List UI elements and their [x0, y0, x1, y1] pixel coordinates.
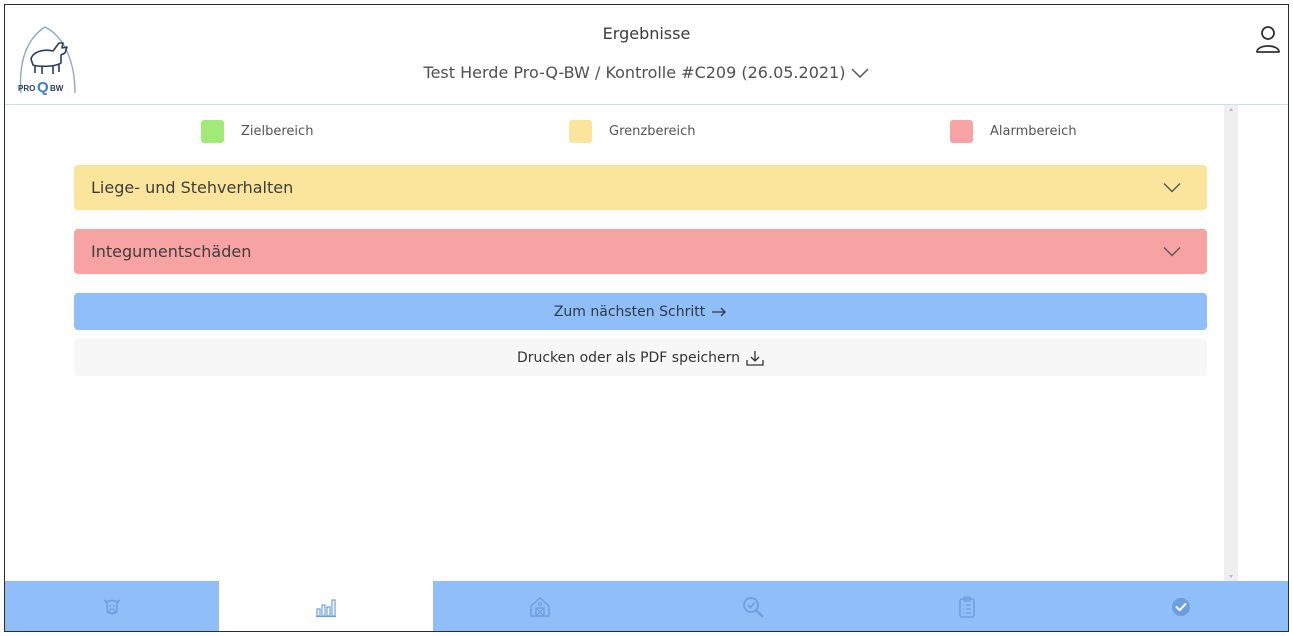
nav-tab-complete[interactable] [1074, 581, 1288, 631]
bottom-navigation [5, 581, 1288, 631]
color-legend: Zielbereich Grenzbereich Alarmbereich [5, 120, 1227, 150]
nav-tab-barn[interactable] [433, 581, 647, 631]
cow-icon [103, 599, 121, 615]
panel-integumentschaeden[interactable]: Integumentschäden [74, 229, 1207, 274]
nav-tab-inspection[interactable] [646, 581, 860, 631]
nav-tab-animals[interactable] [5, 581, 219, 631]
herd-control-label: Test Herde Pro-Q-BW / Kontrolle #C209 (2… [423, 63, 846, 82]
panel-title: Integumentschäden [91, 242, 252, 261]
legend-swatch-warning [569, 120, 592, 143]
check-circle-icon [1172, 598, 1191, 616]
user-profile-button[interactable] [1255, 25, 1281, 55]
panel-title: Liege- und Stehverhalten [91, 178, 294, 197]
herd-control-selector[interactable]: Test Herde Pro-Q-BW / Kontrolle #C209 (2… [5, 63, 1288, 82]
legend-item-warning: Grenzbereich [569, 120, 696, 143]
clipboard-icon [959, 596, 975, 618]
app-window: PRO Q BW Ergebnisse Test Herde Pro-Q-BW … [4, 4, 1289, 632]
scroll-up-arrow-icon[interactable] [1229, 108, 1233, 111]
print-pdf-label: Drucken oder als PDF speichern [516, 349, 741, 366]
scroll-down-arrow-icon[interactable] [1229, 575, 1233, 578]
legend-item-alarm: Alarmbereich [950, 120, 1077, 143]
print-pdf-button[interactable]: Drucken oder als PDF speichern [74, 339, 1207, 376]
barn-icon [529, 597, 550, 617]
legend-label-target: Zielbereich [241, 124, 314, 139]
nav-tab-results[interactable] [218, 581, 433, 631]
chevron-down-icon [851, 68, 869, 78]
header: PRO Q BW Ergebnisse Test Herde Pro-Q-BW … [5, 5, 1288, 105]
download-icon [746, 350, 764, 366]
chevron-down-icon [1163, 247, 1181, 257]
results-content: Zielbereich Grenzbereich Alarmbereich Li… [5, 105, 1227, 581]
chevron-down-icon [1163, 183, 1181, 193]
logo-text-bw: BW [50, 84, 64, 93]
legend-swatch-alarm [950, 120, 973, 143]
next-step-button[interactable]: Zum nächsten Schritt [74, 293, 1207, 330]
next-step-label: Zum nächsten Schritt [553, 303, 706, 320]
bar-chart-icon [315, 599, 336, 618]
page-title: Ergebnisse [602, 24, 691, 43]
arrow-right-icon [712, 307, 727, 316]
legend-label-alarm: Alarmbereich [990, 124, 1077, 139]
panel-liege-stehverhalten[interactable]: Liege- und Stehverhalten [74, 165, 1207, 210]
legend-label-warning: Grenzbereich [609, 124, 696, 139]
nav-tab-checklist[interactable] [860, 581, 1074, 631]
legend-swatch-target [201, 120, 224, 143]
legend-item-target: Zielbereich [201, 120, 313, 143]
logo-text-pro: PRO [18, 84, 35, 93]
vertical-scrollbar[interactable] [1224, 105, 1238, 581]
user-icon [1256, 26, 1280, 53]
magnifier-icon [743, 597, 764, 618]
